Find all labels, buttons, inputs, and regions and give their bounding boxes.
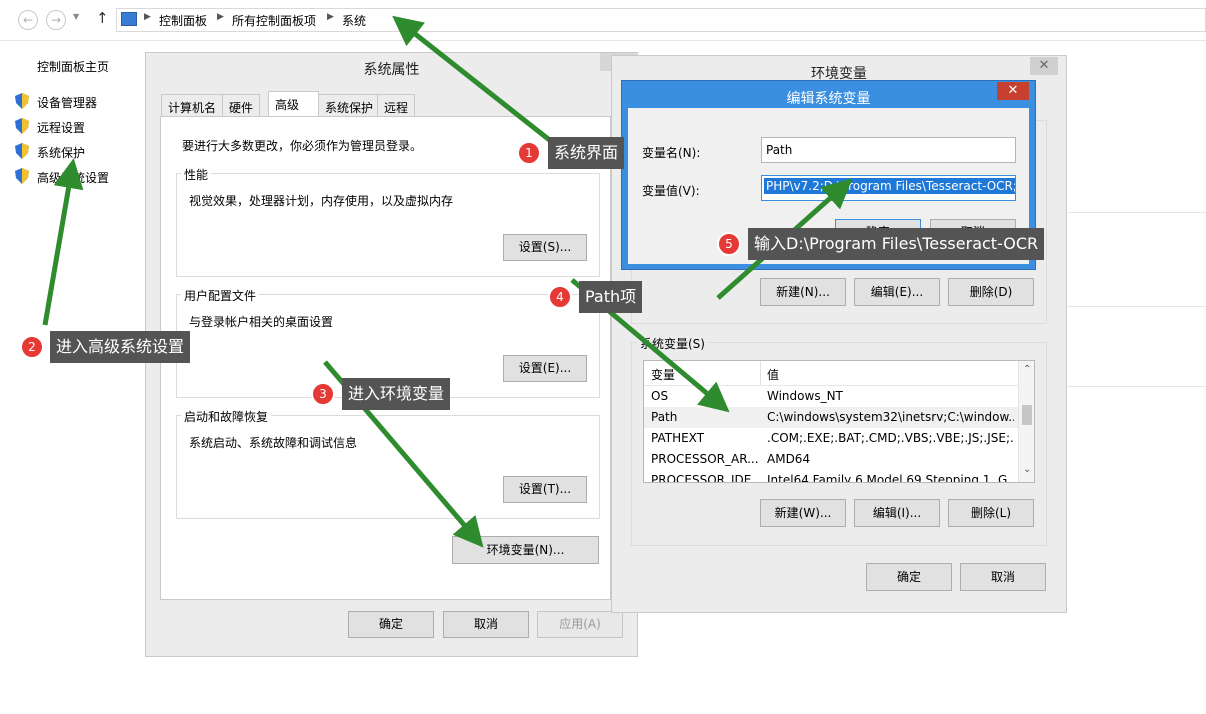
step-callout: 进入高级系统设置 <box>50 331 191 363</box>
step-badge: 1 <box>517 141 541 165</box>
step-callout: Path项 <box>579 281 643 313</box>
step-callout: 进入环境变量 <box>342 378 451 410</box>
arrow-to-advanced-settings <box>42 158 84 326</box>
step-callout: 系统界面 <box>548 137 625 169</box>
arrow-to-address-bar <box>392 15 554 144</box>
step-callout: 输入D:\Program Files\Tesseract-OCR <box>748 228 1045 260</box>
step-badge: 5 <box>717 232 741 256</box>
step-badge: 3 <box>311 382 335 406</box>
step-badge: 2 <box>20 335 44 359</box>
step-badge: 4 <box>548 285 572 309</box>
